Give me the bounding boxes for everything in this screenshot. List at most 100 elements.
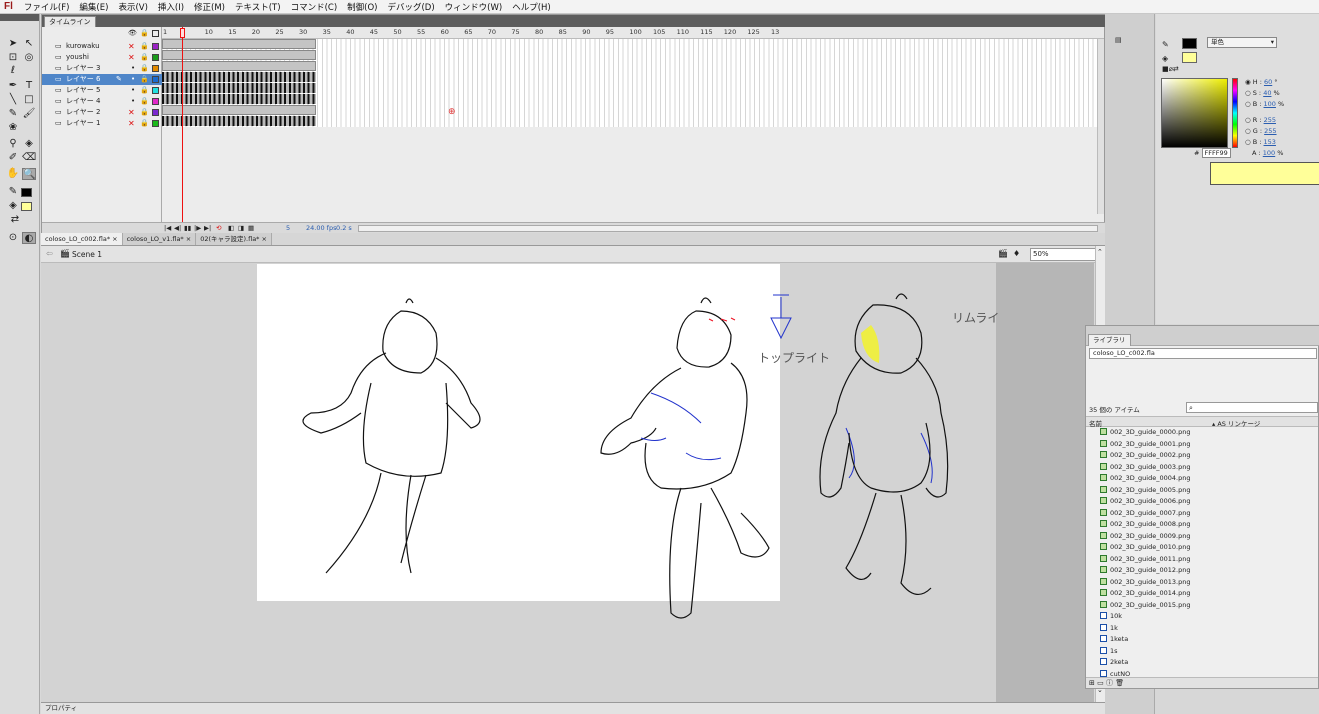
new-symbol-icon[interactable]: ⊞: [1086, 679, 1095, 687]
lock-icon[interactable]: 🔒: [140, 85, 149, 96]
layer-name[interactable]: レイヤー 1: [66, 118, 100, 129]
hidden-x-icon[interactable]: ✕: [128, 41, 135, 52]
text-tool-icon[interactable]: T: [22, 80, 36, 92]
properties-bar[interactable]: プロパティ: [41, 702, 1105, 714]
visible-dot-icon[interactable]: •: [131, 74, 135, 85]
library-item[interactable]: 002_3D_guide_0014.png: [1100, 588, 1190, 599]
brightness-field[interactable]: ○ B : 100 %: [1245, 100, 1284, 108]
alpha-field[interactable]: A : 100 %: [1252, 149, 1283, 157]
eraser-tool-icon[interactable]: ⌫: [22, 152, 36, 164]
hidden-x-icon[interactable]: ✕: [128, 52, 135, 63]
blue-field[interactable]: ○ B : 153: [1245, 138, 1276, 146]
saturation-field[interactable]: ○ S : 40 %: [1245, 89, 1280, 97]
timeline-vscroll[interactable]: [1097, 39, 1104, 214]
layer-name[interactable]: レイヤー 3: [66, 63, 100, 74]
lock-icon[interactable]: 🔒: [140, 107, 149, 118]
pen-tool-icon[interactable]: ✒: [6, 80, 20, 92]
playhead[interactable]: [182, 27, 183, 222]
delete-icon[interactable]: 🗑: [1115, 679, 1124, 687]
zoom-tool-icon[interactable]: 🔍: [22, 168, 36, 180]
lock-icon[interactable]: 🔒: [140, 74, 149, 85]
library-item[interactable]: 1k: [1100, 623, 1118, 634]
outline-all-icon[interactable]: [152, 30, 159, 37]
library-item[interactable]: 002_3D_guide_0007.png: [1100, 508, 1190, 519]
swap-colors-icon[interactable]: ⇄: [8, 214, 22, 226]
library-search-input[interactable]: ⌕: [1186, 402, 1318, 413]
deco-tool-icon[interactable]: ❀: [6, 122, 20, 134]
library-item[interactable]: 1keta: [1100, 634, 1128, 645]
back-arrow-icon[interactable]: ⇦: [46, 249, 53, 258]
library-item[interactable]: 002_3D_guide_0010.png: [1100, 542, 1190, 553]
menu-insert[interactable]: 挿入(I): [153, 1, 189, 13]
snap-to-objects-icon[interactable]: ⊙: [6, 232, 20, 244]
layer-frames[interactable]: [162, 61, 316, 71]
library-item[interactable]: 002_3D_guide_0011.png: [1100, 554, 1190, 565]
library-item[interactable]: 002_3D_guide_0006.png: [1100, 496, 1190, 507]
library-item[interactable]: 002_3D_guide_0008.png: [1100, 519, 1190, 530]
outline-color-swatch[interactable]: [152, 87, 159, 94]
saturation-brightness-picker[interactable]: [1161, 78, 1228, 148]
doc-tab-2[interactable]: coloso_LO_v1.fla* ×: [122, 233, 197, 245]
lock-all-icon[interactable]: 🔒: [140, 29, 149, 37]
frame-ruler[interactable]: 1510152025303540455055606570758085909510…: [162, 27, 1104, 39]
layer-frames[interactable]: [162, 72, 316, 82]
free-transform-tool-icon[interactable]: ⊡: [6, 52, 20, 64]
column-linkage[interactable]: ▴ AS リンケージ: [1212, 418, 1260, 428]
rectangle-tool-icon[interactable]: □: [22, 94, 36, 106]
timeline-hscroll[interactable]: [358, 225, 1098, 232]
panel-icon[interactable]: ▤: [1115, 36, 1122, 44]
layer-name[interactable]: レイヤー 4: [66, 96, 100, 107]
smooth-option-icon[interactable]: ◐: [22, 232, 36, 244]
stroke-color-chip[interactable]: [1182, 38, 1197, 49]
layer-name[interactable]: レイヤー 5: [66, 85, 100, 96]
stage-area[interactable]: トップライト リムライ: [41, 263, 1094, 702]
library-item[interactable]: 2keta: [1100, 657, 1128, 668]
pencil-tool-icon[interactable]: ✎: [6, 108, 20, 120]
zoom-select[interactable]: 50%⌄: [1030, 248, 1104, 261]
scroll-up-icon[interactable]: ⌃: [1097, 248, 1103, 256]
lock-icon[interactable]: 🔒: [140, 41, 149, 52]
hand-tool-icon[interactable]: ✋: [6, 168, 20, 180]
lock-icon[interactable]: 🔒: [140, 118, 149, 129]
bone-tool-icon[interactable]: ⚲: [6, 138, 20, 150]
hue-slider[interactable]: [1232, 78, 1238, 148]
library-item[interactable]: 002_3D_guide_0003.png: [1100, 462, 1190, 473]
outline-color-swatch[interactable]: [152, 120, 159, 127]
menu-window[interactable]: ウィンドウ(W): [440, 1, 508, 13]
red-field[interactable]: ○ R : 255: [1245, 116, 1276, 124]
layer-name[interactable]: youshi: [66, 52, 89, 63]
outline-color-swatch[interactable]: [152, 65, 159, 72]
visible-dot-icon[interactable]: •: [131, 63, 135, 74]
brush-tool-icon[interactable]: 🖌: [22, 108, 36, 120]
outline-color-swatch[interactable]: [152, 54, 159, 61]
selection-tool-icon[interactable]: ➤: [6, 38, 20, 50]
lasso-tool-icon[interactable]: ℓ: [6, 65, 20, 77]
stroke-color-swatch[interactable]: [21, 188, 32, 197]
swap-reset-icons[interactable]: ■⌀⇄: [1162, 65, 1179, 73]
scene-name[interactable]: Scene 1: [72, 250, 102, 259]
paint-bucket-tool-icon[interactable]: ◈: [22, 138, 36, 150]
lock-icon[interactable]: 🔒: [140, 63, 149, 74]
layer-name[interactable]: レイヤー 2: [66, 107, 100, 118]
layer-name[interactable]: レイヤー 6: [66, 74, 100, 85]
properties-icon[interactable]: ⓘ: [1106, 679, 1113, 687]
menu-file[interactable]: ファイル(F): [19, 1, 75, 13]
library-item[interactable]: 1s: [1100, 646, 1118, 657]
green-field[interactable]: ○ G : 255: [1245, 127, 1277, 135]
visible-dot-icon[interactable]: •: [131, 85, 135, 96]
layer-row[interactable]: ▭ kurowaku ✕ 🔒: [42, 41, 162, 52]
layer-row[interactable]: ▭ レイヤー 1 ✕ 🔒: [42, 118, 162, 129]
library-item[interactable]: 002_3D_guide_0013.png: [1100, 577, 1190, 588]
hue-field[interactable]: ◉ H : 60 °: [1245, 78, 1278, 86]
layer-frames[interactable]: [162, 94, 316, 104]
library-item[interactable]: 002_3D_guide_0000.png: [1100, 427, 1190, 438]
layer-row[interactable]: ▭ レイヤー 3 • 🔒: [42, 63, 162, 74]
layer-frames[interactable]: [162, 116, 316, 126]
library-tab[interactable]: ライブラリ: [1088, 334, 1131, 346]
menu-help[interactable]: ヘルプ(H): [507, 1, 556, 13]
lock-icon[interactable]: 🔒: [140, 96, 149, 107]
library-item[interactable]: 002_3D_guide_0005.png: [1100, 485, 1190, 496]
doc-tab-3[interactable]: 02(キャラ設定).fla* ×: [196, 233, 272, 245]
layer-name[interactable]: kurowaku: [66, 41, 100, 52]
menu-control[interactable]: 制御(O): [342, 1, 382, 13]
